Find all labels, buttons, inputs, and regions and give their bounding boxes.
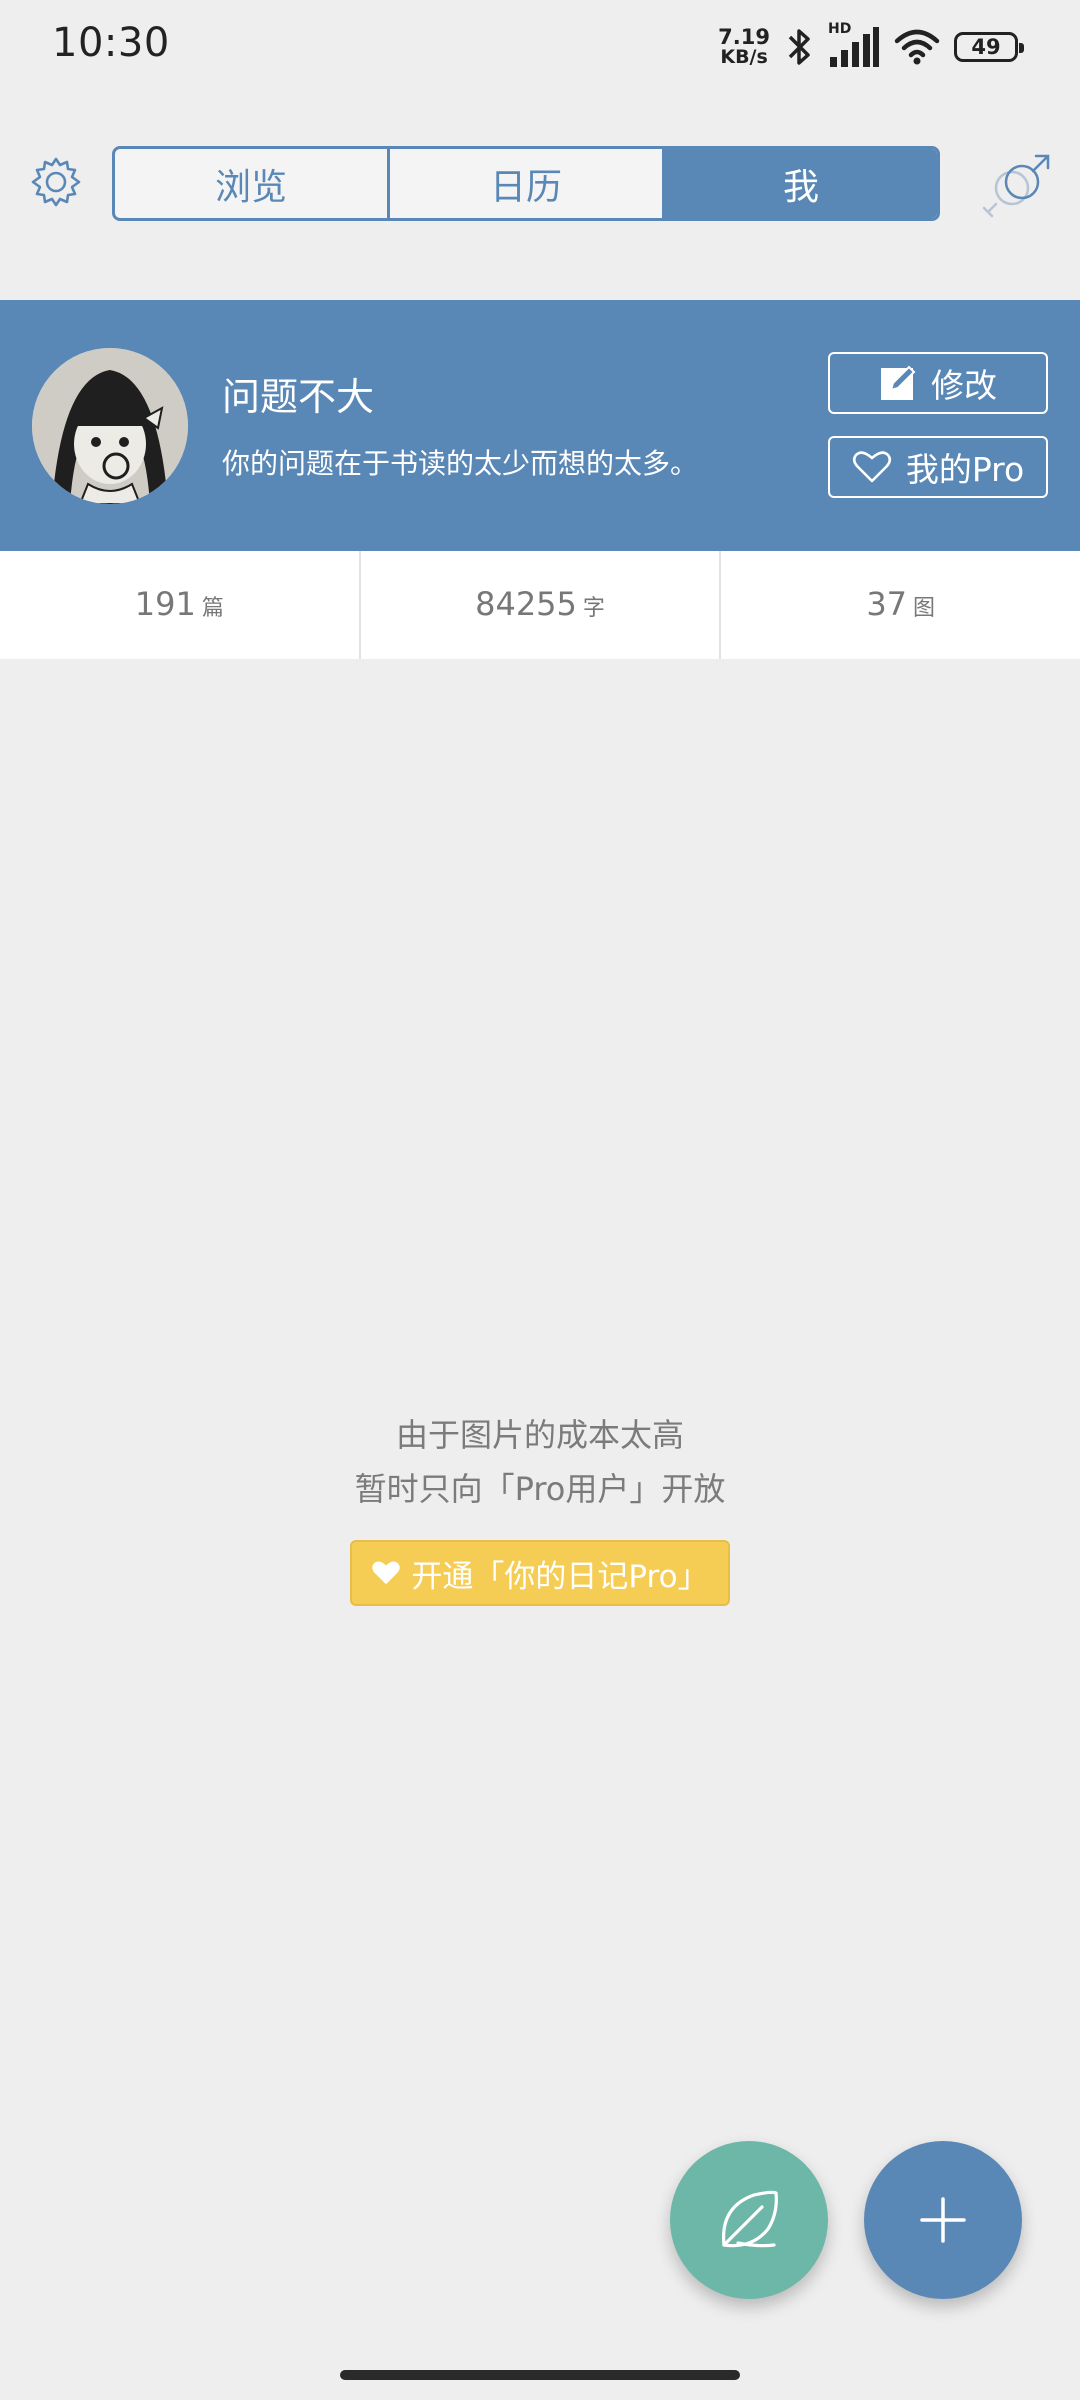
heart-outline-icon — [852, 451, 891, 483]
net-speed-value: 7.19 — [718, 25, 770, 49]
profile-banner: 问题不大 你的问题在于书读的太少而想的太多。 修改 我的Pro — [0, 300, 1080, 551]
stat-unit: 图 — [913, 596, 936, 621]
status-bar: 10:30 7.19 KB/s HD 49 — [0, 0, 1080, 92]
stat-value: 84255 — [475, 585, 577, 623]
stat-words[interactable]: 84255 字 — [361, 551, 722, 659]
tab-calendar[interactable]: 日历 — [390, 149, 665, 218]
stat-value: 191 — [134, 585, 196, 623]
empty-message-line1: 由于图片的成本太高 — [395, 1416, 684, 1454]
stat-entries[interactable]: 191 篇 — [0, 551, 361, 659]
my-pro-button[interactable]: 我的Pro — [828, 436, 1048, 498]
edit-icon — [881, 365, 916, 400]
status-time: 10:30 — [52, 20, 170, 66]
net-speed-unit: KB/s — [720, 46, 768, 68]
tab-me[interactable]: 我 — [665, 149, 937, 218]
my-pro-label: 我的Pro — [905, 450, 1025, 489]
stat-value: 37 — [866, 585, 908, 623]
status-icons: 7.19 KB/s HD 49 — [718, 21, 1024, 72]
stat-unit: 篇 — [201, 596, 224, 621]
stats-row: 191 篇 84255 字 37 图 — [0, 551, 1080, 659]
stat-images[interactable]: 37 图 — [721, 551, 1080, 659]
avatar-illustration — [32, 348, 188, 504]
app-screen: 10:30 7.19 KB/s HD 49 浏览 日历 我 问题不大 你的问题在… — [0, 0, 1080, 2400]
stat-unit: 字 — [582, 596, 605, 621]
avatar[interactable] — [32, 348, 188, 504]
home-indicator[interactable] — [340, 2370, 740, 2380]
wifi-icon — [894, 29, 940, 65]
edit-profile-button[interactable]: 修改 — [828, 352, 1048, 414]
battery-indicator: 49 — [954, 32, 1024, 62]
profile-name: 问题不大 — [222, 375, 375, 419]
gear-icon[interactable] — [28, 154, 84, 210]
signal-icon — [830, 27, 879, 67]
heart-icon — [372, 1561, 401, 1585]
add-fab-button[interactable] — [864, 2141, 1022, 2299]
male-female-icon[interactable] — [974, 152, 1054, 218]
leaf-icon — [721, 2190, 778, 2248]
upgrade-pro-button[interactable]: 开通「你的日记Pro」 — [350, 1540, 730, 1606]
signal-group: HD — [828, 21, 880, 69]
network-speed: 7.19 KB/s — [718, 25, 770, 68]
top-header: 浏览 日历 我 — [0, 92, 1080, 300]
leaf-fab-button[interactable] — [670, 2141, 828, 2299]
upgrade-pro-label: 开通「你的日记Pro」 — [411, 1558, 709, 1595]
empty-message-line2: 暂时只向「Pro用户」开放 — [354, 1470, 726, 1508]
tab-browse[interactable]: 浏览 — [115, 149, 390, 218]
segmented-tabs: 浏览 日历 我 — [112, 146, 940, 221]
bluetooth-icon — [788, 29, 810, 65]
profile-bio: 你的问题在于书读的太少而想的太多。 — [222, 447, 699, 480]
plus-icon — [920, 2197, 966, 2243]
edit-label: 修改 — [931, 366, 997, 405]
